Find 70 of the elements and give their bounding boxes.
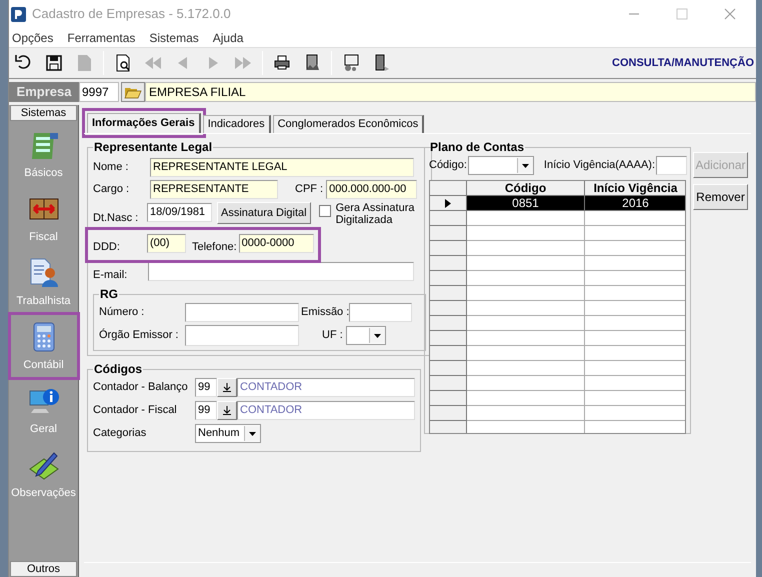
checkbox-label: Gera Assinatura Digitalizada	[336, 202, 416, 226]
nome-field[interactable]: REPRESENTANTE LEGAL	[150, 158, 414, 177]
field-label: E-mail:	[93, 268, 128, 282]
column-header: Código	[467, 181, 585, 196]
group-title: Plano de Contas	[429, 139, 526, 156]
contador-name-field[interactable]: CONTADOR	[237, 401, 415, 420]
contador-code-field[interactable]: 99	[195, 401, 217, 420]
table-cell: 2016	[585, 196, 685, 211]
group-title: Representante Legal	[93, 139, 214, 156]
field-label: Emissão :	[301, 305, 350, 320]
dropdown-arrow-icon	[522, 164, 529, 168]
rg-number-field[interactable]	[185, 303, 299, 322]
ddd-field[interactable]: (00)	[147, 234, 186, 253]
empresa-label: Empresa	[9, 82, 79, 102]
download-arrow-icon	[223, 406, 231, 415]
checkbox[interactable]	[318, 205, 331, 217]
cpf-field[interactable]: 000.000.000-00	[326, 180, 418, 199]
field-label: Nome :	[93, 160, 130, 176]
maximize-button[interactable]	[676, 8, 688, 20]
lookup-button[interactable]	[217, 378, 237, 397]
menu-item[interactable]: Opções	[12, 28, 54, 46]
field-label: Início Vigência(AAAA):	[544, 158, 655, 174]
field-label: CPF :	[295, 182, 324, 198]
dropdown-arrow-icon	[249, 432, 256, 436]
field-label: Contador - Balanço	[93, 380, 189, 396]
remover-button[interactable]: Remover	[693, 184, 748, 210]
email-field[interactable]	[148, 262, 414, 282]
telefone-field[interactable]: 0000-0000	[238, 234, 314, 253]
uf-dropdown[interactable]	[346, 326, 386, 345]
field-label: Dt.Nasc :	[93, 211, 140, 226]
group-title: RG	[99, 286, 119, 303]
column-header: Início Vigência	[585, 181, 685, 196]
field-label: Cargo :	[93, 182, 130, 198]
mode-label: CONSULTA/MANUTENÇÃO	[612, 55, 754, 71]
menu-item[interactable]: Ajuda	[212, 28, 244, 46]
field-label: Código:	[429, 158, 467, 174]
group-title: Códigos	[93, 361, 143, 378]
table-cell: 0851	[467, 196, 585, 211]
sidebar-header-button[interactable]: Sistemas	[10, 105, 77, 121]
empresa-code-field[interactable]: 9997	[79, 82, 119, 102]
menu-item[interactable]: Ferramentas	[67, 28, 136, 46]
categorias-dropdown[interactable]: Nenhum	[195, 424, 261, 443]
emissao-field[interactable]	[349, 303, 412, 322]
open-folder-button[interactable]	[121, 82, 145, 102]
field-label: Telefone:	[192, 240, 237, 256]
download-arrow-icon	[223, 383, 231, 392]
sidebar-footer-button[interactable]: Outros	[10, 561, 77, 577]
codigo-dropdown[interactable]	[468, 156, 534, 175]
tab[interactable]: Conglomerados Econômicos	[272, 115, 424, 133]
orgao-emissor-field[interactable]	[185, 325, 299, 346]
cargo-field[interactable]: REPRESENTANTE	[150, 180, 278, 199]
close-button[interactable]	[724, 8, 736, 20]
menu-item[interactable]: Sistemas	[149, 28, 199, 46]
contador-name-field[interactable]: CONTADOR	[237, 378, 415, 397]
field-label: Contador - Fiscal	[93, 403, 178, 418]
field-label: Categorias	[93, 426, 148, 442]
contador-code-field[interactable]: 99	[195, 378, 217, 397]
inicio-vigencia-field[interactable]	[656, 156, 687, 175]
document-person-icon	[28, 256, 60, 288]
birth-date-field[interactable]: 18/09/1981	[147, 203, 212, 222]
lookup-button[interactable]	[217, 401, 237, 420]
dropdown-arrow-icon	[374, 334, 381, 338]
tab[interactable]: Indicadores	[202, 115, 271, 133]
field-label: Órgão Emissor :	[99, 328, 180, 344]
assinatura-digital-button[interactable]: Assinatura Digital	[217, 202, 311, 224]
field-label: Número :	[99, 305, 146, 320]
field-label: DDD:	[93, 240, 121, 256]
field-label: UF :	[322, 328, 343, 344]
empresa-name-field[interactable]: EMPRESA FILIAL	[145, 82, 756, 102]
window-title: Cadastro de Empresas - 5.172.0.0	[32, 5, 231, 24]
